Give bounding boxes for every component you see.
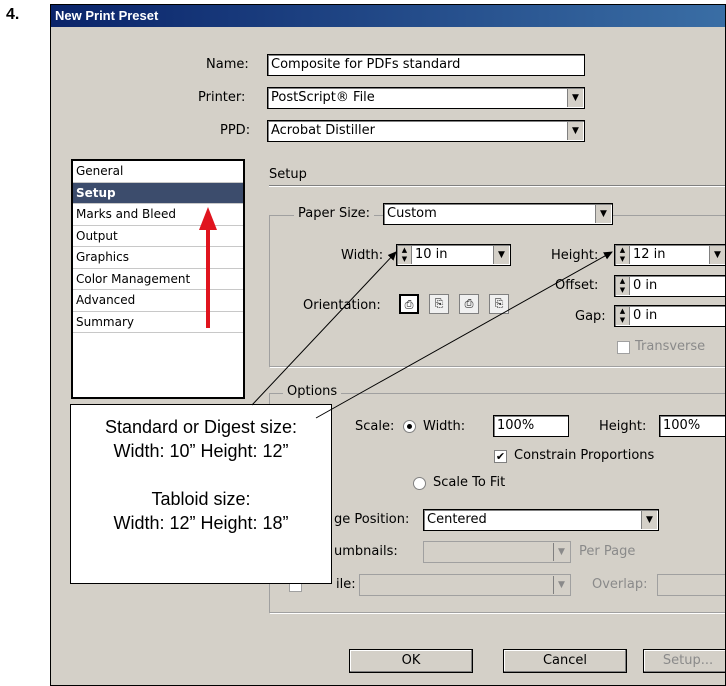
transverse-checkbox[interactable] xyxy=(617,341,630,354)
scale-width-label: Width: xyxy=(423,419,466,434)
page-position-dropdown[interactable]: Centered ▼ xyxy=(423,509,659,531)
constrain-proportions-checkbox[interactable]: ✔ xyxy=(494,450,507,463)
scale-height-label: Height: xyxy=(599,419,647,434)
thumbnails-dropdown[interactable]: ▼ xyxy=(423,541,571,563)
gap-value: 0 in xyxy=(633,308,658,323)
spinner-icon[interactable]: ▲ ▼ xyxy=(616,307,630,325)
scale-label: Scale: xyxy=(355,419,395,434)
callout-line-2: Width: 10” Height: 12” xyxy=(113,441,289,461)
chevron-down-icon[interactable]: ▼ xyxy=(553,576,569,594)
ppd-dropdown[interactable]: Acrobat Distiller ▼ xyxy=(267,120,585,142)
thumbnails-label: umbnails: xyxy=(334,544,398,559)
spinner-icon[interactable]: ▲ ▼ xyxy=(398,246,412,264)
overlap-label: Overlap: xyxy=(592,577,648,592)
callout-line-4: Width: 12” Height: 18” xyxy=(113,513,289,533)
page-position-label: ge Position: xyxy=(334,512,410,527)
scale-height-input[interactable]: 100% xyxy=(659,415,725,437)
chevron-down-icon[interactable]: ▼ xyxy=(595,205,611,223)
printer-dropdown[interactable]: PostScript® File ▼ xyxy=(267,87,585,109)
offset-stepper[interactable]: ▲ ▼ 0 in xyxy=(614,275,725,297)
reverse-portrait-icon[interactable]: ⎙ xyxy=(459,294,479,314)
landscape-icon[interactable]: ⎘ xyxy=(429,294,449,314)
setup-divider xyxy=(269,185,725,187)
paper-size-label: Paper Size: xyxy=(294,206,375,221)
chevron-down-icon[interactable]: ▼ xyxy=(567,89,583,107)
per-page-label: Per Page xyxy=(579,544,636,559)
scale-width-input[interactable]: 100% xyxy=(493,415,569,437)
portrait-icon[interactable]: ⎙ xyxy=(399,294,419,314)
name-input[interactable]: Composite for PDFs standard xyxy=(267,54,585,76)
sidebar-item-graphics[interactable]: Graphics xyxy=(73,247,243,269)
category-list: General Setup Marks and Bleed Output Graphic… xyxy=(71,159,245,399)
ppd-value: Acrobat Distiller xyxy=(271,123,375,138)
paper-size-dropdown[interactable]: Custom ▼ xyxy=(383,203,613,225)
overlap-input[interactable] xyxy=(657,574,725,596)
sidebar-item-advanced[interactable]: Advanced xyxy=(73,290,243,312)
setup-button[interactable]: Setup... xyxy=(643,649,725,673)
sidebar-item-summary[interactable]: Summary xyxy=(73,312,243,333)
chevron-down-icon[interactable]: ▼ xyxy=(641,511,657,529)
sidebar-item-color-management[interactable]: Color Management xyxy=(73,269,243,290)
reverse-landscape-icon[interactable]: ⎘ xyxy=(489,294,509,314)
dialog-title-bar: New Print Preset xyxy=(51,5,725,27)
page-position-value: Centered xyxy=(427,512,487,527)
sidebar-item-marks-and-bleed[interactable]: Marks and Bleed xyxy=(73,204,243,226)
height-value: 12 in xyxy=(633,247,666,262)
tile-label: ile: xyxy=(336,577,356,592)
offset-label: Offset: xyxy=(555,278,599,293)
step-number: 4. xyxy=(6,6,20,23)
scale-to-fit-label: Scale To Fit xyxy=(433,475,506,490)
width-label: Width: xyxy=(341,248,384,263)
tile-dropdown[interactable]: ▼ xyxy=(359,574,571,596)
height-label: Height: xyxy=(551,248,599,263)
options-heading: Options xyxy=(283,384,342,399)
scale-to-fit-radio[interactable] xyxy=(413,477,426,490)
ok-button[interactable]: OK xyxy=(349,649,473,673)
scale-width-radio[interactable] xyxy=(403,420,416,433)
cancel-button[interactable]: Cancel xyxy=(503,649,627,673)
orientation-label: Orientation: xyxy=(303,298,381,313)
gap-stepper[interactable]: ▲ ▼ 0 in xyxy=(614,305,725,327)
setup-heading: Setup xyxy=(269,167,307,182)
gap-label: Gap: xyxy=(575,309,606,324)
size-callout: Standard or Digest size: Width: 10” Heig… xyxy=(70,404,332,584)
chevron-down-icon[interactable]: ▼ xyxy=(493,246,509,264)
constrain-proportions-label: Constrain Proportions xyxy=(514,448,655,463)
ppd-label: PPD: xyxy=(220,123,251,138)
width-value: 10 in xyxy=(415,247,448,262)
chevron-down-icon[interactable]: ▼ xyxy=(567,122,583,140)
printer-label: Printer: xyxy=(198,90,246,105)
transverse-label: Transverse xyxy=(635,339,706,354)
printer-value: PostScript® File xyxy=(271,90,375,105)
callout-line-1: Standard or Digest size: xyxy=(104,417,298,437)
offset-value: 0 in xyxy=(633,278,658,293)
sidebar-item-setup[interactable]: Setup xyxy=(73,182,243,204)
chevron-down-icon[interactable]: ▼ xyxy=(709,246,725,264)
sidebar-item-output[interactable]: Output xyxy=(73,226,243,247)
width-stepper[interactable]: ▲ ▼ 10 in ▼ xyxy=(396,244,511,266)
name-label: Name: xyxy=(206,57,249,72)
spinner-icon[interactable]: ▲ ▼ xyxy=(616,277,630,295)
paper-size-value: Custom xyxy=(387,206,437,221)
spinner-icon[interactable]: ▲ ▼ xyxy=(616,246,630,264)
chevron-down-icon[interactable]: ▼ xyxy=(553,543,569,561)
height-stepper[interactable]: ▲ ▼ 12 in ▼ xyxy=(614,244,725,266)
sidebar-item-general[interactable]: General xyxy=(73,161,243,183)
callout-line-3: Tabloid size: xyxy=(151,489,251,509)
